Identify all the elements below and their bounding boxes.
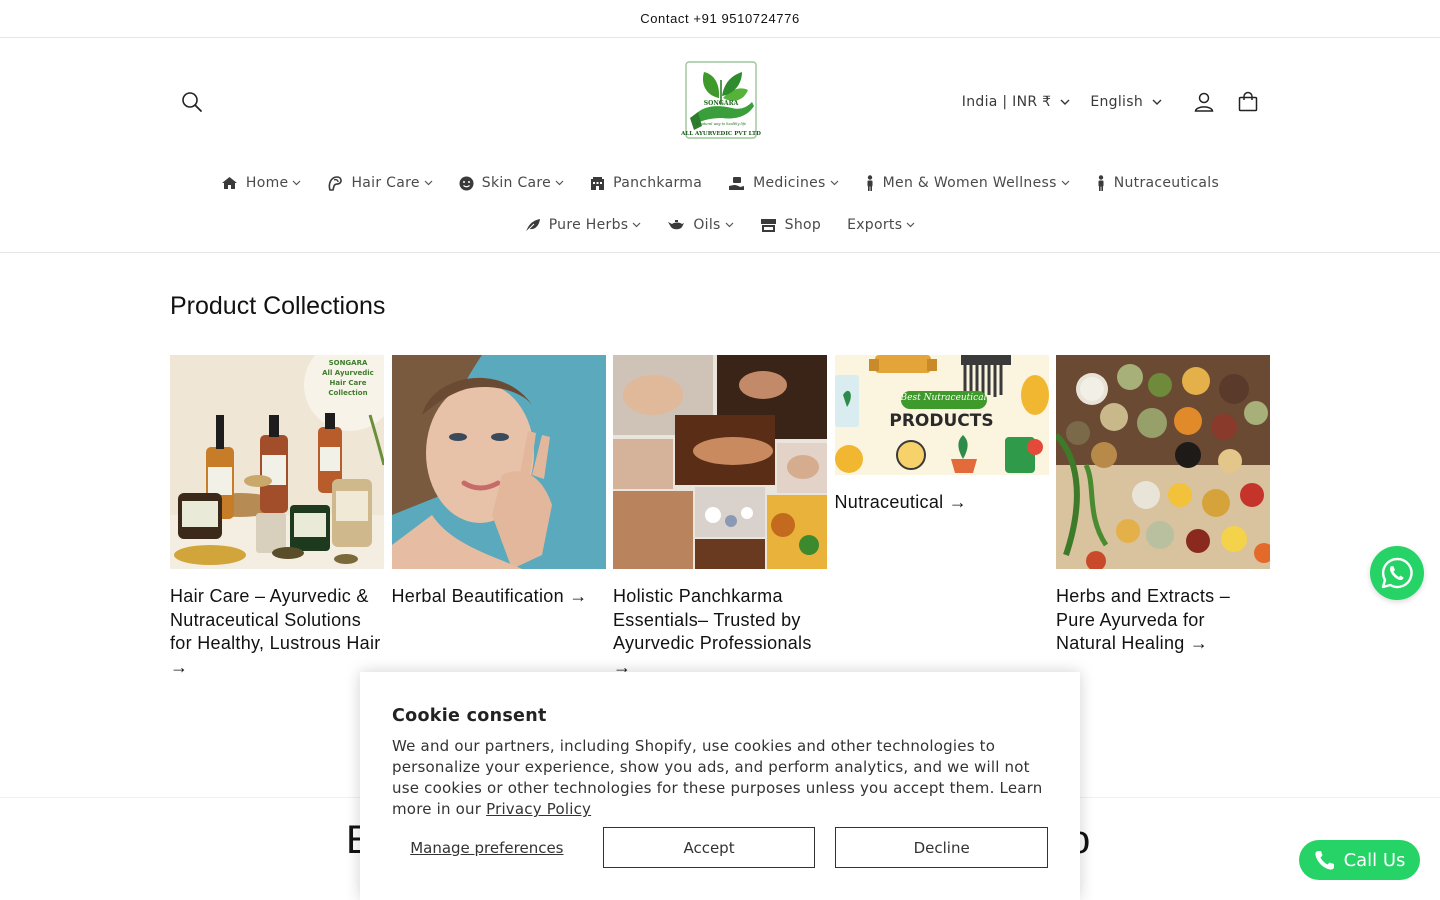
collections-grid: SONGARA All Ayurvedic Hair Care Collecti… [170,355,1270,679]
contact-text: Contact +91 9510724776 [640,11,800,26]
collection-image-herbs-extracts [1056,355,1270,569]
nav-label: Nutraceuticals [1113,175,1220,191]
nav-item-hair-care[interactable]: Hair Care [327,175,433,191]
nutraceutical-main-text: PRODUCTS [889,411,994,431]
badge-brand: SONGARA [328,359,368,367]
collections-heading: Product Collections [170,292,386,320]
collection-image-herbal-beautification [391,355,606,569]
nav-row-1: Home Hair Care Skin Care Panchkarma Medi… [0,162,1440,204]
nav-label: Home [245,175,289,191]
main-navigation: Home Hair Care Skin Care Panchkarma Medi… [0,162,1440,253]
site-logo[interactable]: SONGARA A natural way to healthy life AL… [680,60,762,142]
nav-item-skin-care[interactable]: Skin Care [459,175,564,191]
chevron-down-icon [1060,99,1070,105]
language-selector[interactable]: English [1090,94,1162,110]
nav-item-pure-herbs[interactable]: Pure Herbs [525,217,642,233]
nav-item-exports[interactable]: Exports [847,217,915,233]
site-header: SONGARA A natural way to healthy life AL… [0,38,1440,162]
collection-card-hair-care[interactable]: SONGARA All Ayurvedic Hair Care Collecti… [170,355,384,679]
smiley-face-icon [459,176,474,191]
privacy-policy-link[interactable]: Privacy Policy [486,800,591,818]
nav-row-2: Pure Herbs Oils Shop Exports [0,204,1440,246]
nutraceutical-script: Best Nutraceutical [900,393,987,403]
collection-title[interactable]: Herbal Beautification → [392,585,606,609]
collection-card-panchkarma[interactable]: Holistic Panchkarma Essentials– Trusted … [613,355,827,679]
nav-item-medicines[interactable]: Medicines [728,175,839,191]
collection-title[interactable]: Holistic Panchkarma Essentials– Trusted … [613,585,827,679]
badge-line2: Hair Care Collection [328,379,368,397]
nav-label: Hair Care [351,175,420,191]
collection-card-herbal-beautification[interactable]: Herbal Beautification → [391,355,606,679]
search-icon [182,92,202,112]
chevron-down-icon [1152,99,1162,105]
medicine-hand-icon [728,176,745,191]
badge-line1: All Ayurvedic [322,369,374,377]
collection-title[interactable]: Herbs and Extracts – Pure Ayurveda for N… [1056,585,1270,656]
collection-badge: SONGARA All Ayurvedic Hair Care Collecti… [316,358,380,398]
logo-tagline: A natural way to healthy life [695,122,747,126]
header-utilities: India | INR ₹ English [962,80,1270,124]
chevron-down-icon [555,180,564,186]
country-selector[interactable]: India | INR ₹ [962,94,1071,110]
nav-label: Medicines [753,175,826,191]
collection-image-panchkarma [613,355,827,569]
decline-button[interactable]: Decline [835,827,1048,868]
person-icon [865,175,875,191]
collection-image-hair-care: SONGARA All Ayurvedic Hair Care Collecti… [170,355,384,569]
whatsapp-button[interactable] [1370,546,1424,600]
nav-label: Exports [847,217,903,233]
store-icon [760,218,777,233]
person-icon [1096,175,1106,191]
accept-button[interactable]: Accept [602,827,816,868]
nav-item-home[interactable]: Home [221,175,302,191]
cookie-title: Cookie consent [392,706,547,726]
nav-label: Skin Care [481,175,552,191]
whatsapp-icon [1381,557,1413,589]
nav-item-panchkarma[interactable]: Panchkarma [590,175,702,191]
nav-label: Shop [784,217,822,233]
nav-item-men-women-wellness[interactable]: Men & Women Wellness [865,175,1070,191]
chevron-down-icon [725,222,734,228]
collection-title[interactable]: Hair Care – Ayurvedic & Nutraceutical So… [170,585,384,679]
home-icon [221,176,238,190]
phone-icon [1314,851,1334,870]
nav-label: Panchkarma [613,175,703,191]
chevron-down-icon [906,222,915,228]
collection-card-herbs-extracts[interactable]: Herbs and Extracts – Pure Ayurveda for N… [1056,355,1270,679]
chevron-down-icon [830,180,839,186]
nav-label: Oils [693,217,721,233]
nav-item-shop[interactable]: Shop [760,217,821,233]
call-us-button[interactable]: Call Us [1299,840,1420,880]
cookie-consent-banner: Cookie consent We and our partners, incl… [360,672,1080,900]
chevron-down-icon [424,180,433,186]
logo-company: ALL AYURVEDIC PVT LTD [681,131,761,137]
chevron-down-icon [632,222,641,228]
manage-preferences-button[interactable]: Manage preferences [392,839,582,857]
collection-image-nutraceutical: Best Nutraceutical PRODUCTS [834,355,1049,475]
cart-button[interactable] [1226,80,1270,124]
chevron-down-icon [1061,180,1070,186]
account-icon [1194,92,1214,112]
clinic-icon [590,176,605,191]
hair-care-icon [327,175,343,191]
collection-title[interactable]: Nutraceutical → [835,491,1049,515]
call-us-label: Call Us [1343,849,1406,871]
nav-label: Men & Women Wellness [882,175,1057,191]
search-button[interactable] [170,80,214,124]
chevron-down-icon [292,180,301,186]
leaf-icon [525,218,541,233]
oil-lamp-icon [667,219,685,231]
language-selector-label: English [1090,94,1143,110]
nav-item-oils[interactable]: Oils [667,217,734,233]
nav-label: Pure Herbs [548,217,629,233]
country-selector-label: India | INR ₹ [961,94,1052,110]
logo-brand: SONGARA [703,100,739,107]
cookie-actions: Manage preferences Accept Decline [392,827,1048,868]
cookie-body: We and our partners, including Shopify, … [392,736,1048,820]
collection-card-nutraceutical[interactable]: Best Nutraceutical PRODUCTS Nutraceutica… [834,355,1049,679]
account-button[interactable] [1182,80,1226,124]
nav-item-nutraceuticals[interactable]: Nutraceuticals [1096,175,1219,191]
cart-icon [1238,91,1258,112]
announcement-bar: Contact +91 9510724776 [0,0,1440,38]
